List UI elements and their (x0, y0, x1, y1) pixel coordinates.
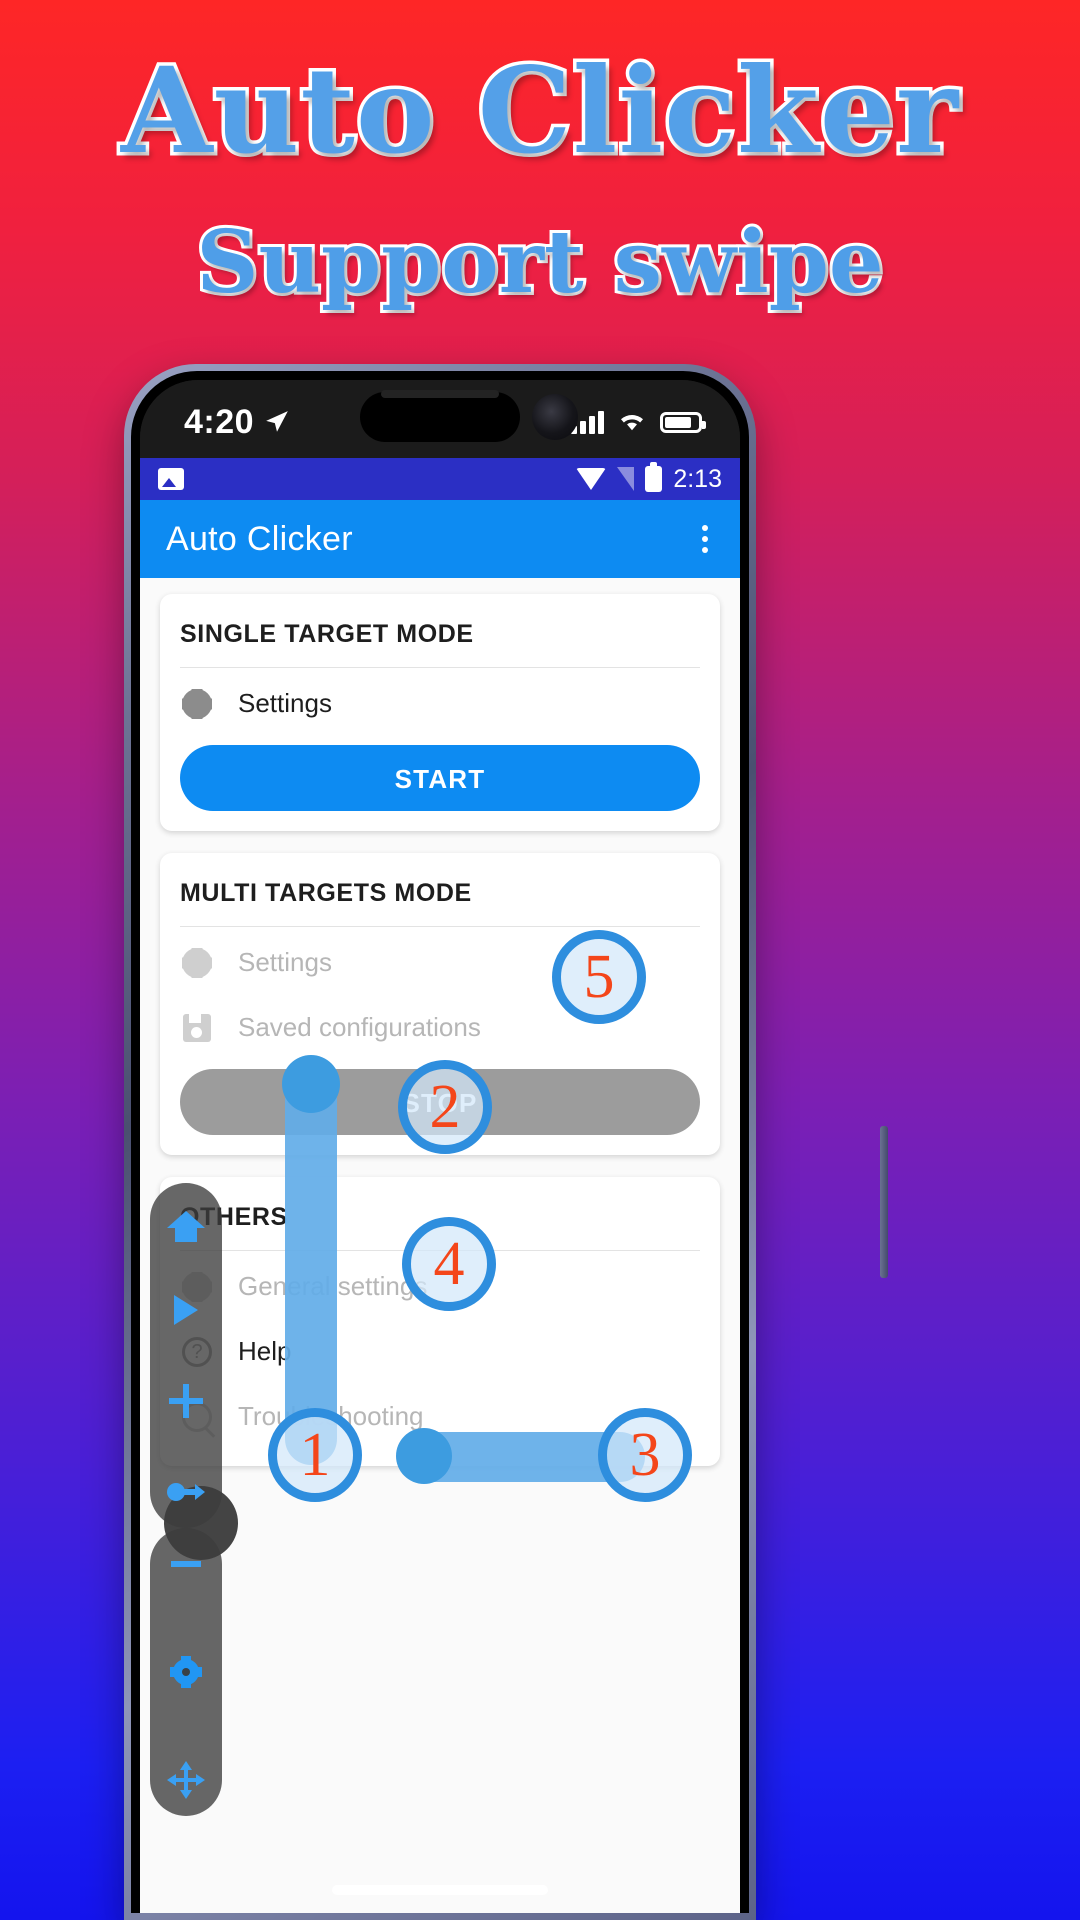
phone-screen: 4:20 2:13 Auto Clicker SINGLE TARGET MOD… (140, 380, 740, 1913)
floating-toolbar-secondary[interactable] (150, 1528, 222, 1816)
ios-status-icons (571, 410, 706, 434)
promo-header: Auto Clicker Support swipe (0, 0, 1080, 313)
android-app-area: 2:13 Auto Clicker SINGLE TARGET MODE Set… (140, 458, 740, 1913)
card-single-target-mode: SINGLE TARGET MODE Settings START (160, 594, 720, 831)
phone-notch (360, 390, 520, 442)
app-title: Auto Clicker (166, 519, 353, 558)
promo-subtitle: Support swipe (193, 212, 886, 313)
floating-toolbar[interactable] (150, 1183, 222, 1528)
row-label: Settings (238, 688, 332, 718)
card-title: SINGLE TARGET MODE (180, 594, 700, 668)
phone-bezel: 4:20 2:13 Auto Clicker SINGLE TARGET MOD… (131, 371, 749, 1913)
home-icon[interactable] (166, 1199, 206, 1242)
battery-icon (660, 411, 706, 433)
wifi-icon (576, 468, 607, 490)
card-others: OTHERS General settings ? Help Troublesh… (160, 1177, 720, 1466)
app-bar: Auto Clicker (140, 500, 740, 578)
home-indicator (332, 1885, 548, 1895)
location-arrow-icon (266, 411, 288, 432)
wifi-icon (621, 415, 643, 431)
row-general-settings[interactable]: General settings (180, 1251, 700, 1316)
earpiece-speaker (381, 390, 499, 398)
row-troubleshooting[interactable]: Troubleshooting (180, 1381, 700, 1446)
start-button[interactable]: START (180, 745, 700, 811)
gear-icon (180, 947, 214, 978)
phone-mockup: 4:20 2:13 Auto Clicker SINGLE TARGET MOD… (124, 364, 888, 1920)
row-label: Troubleshooting (238, 1401, 424, 1431)
android-status-icons: 2:13 (576, 462, 722, 494)
ios-status-bar: 4:20 (140, 380, 740, 458)
android-status-bar: 2:13 (140, 458, 740, 500)
android-clock: 2:13 (673, 464, 722, 493)
row-label: Settings (238, 947, 332, 977)
card-title: MULTI TARGETS MODE (180, 853, 700, 927)
swipe-icon[interactable] (166, 1472, 206, 1512)
promo-title: Auto Clicker (117, 41, 961, 180)
save-icon (180, 1013, 214, 1042)
card-title: OTHERS (180, 1177, 700, 1251)
gear-icon[interactable] (166, 1652, 206, 1692)
row-label: Saved configurations (238, 1012, 481, 1042)
play-icon[interactable] (166, 1290, 206, 1330)
image-notification-icon (158, 468, 184, 490)
gear-icon (180, 688, 214, 719)
row-help[interactable]: ? Help (180, 1316, 700, 1381)
row-single-settings[interactable]: Settings (180, 668, 700, 733)
signal-off-icon (617, 467, 635, 491)
minus-icon[interactable] (166, 1544, 206, 1584)
stop-button[interactable]: STOP (180, 1069, 700, 1135)
ios-time-group: 4:20 (184, 403, 290, 442)
move-icon[interactable] (166, 1760, 206, 1800)
ios-clock: 4:20 (184, 402, 255, 441)
battery-icon (645, 462, 663, 492)
row-multi-settings[interactable]: Settings (180, 927, 700, 992)
front-camera-icon (532, 394, 578, 440)
row-label: General settings (238, 1271, 428, 1301)
kebab-menu-icon[interactable] (696, 517, 714, 561)
row-saved-configurations[interactable]: Saved configurations (180, 992, 700, 1057)
plus-icon[interactable] (166, 1381, 206, 1421)
card-multi-targets-mode: MULTI TARGETS MODE Settings Saved config… (160, 853, 720, 1155)
row-label: Help (238, 1336, 292, 1366)
phone-power-button[interactable] (880, 1126, 888, 1278)
app-content: SINGLE TARGET MODE Settings START MULTI … (140, 578, 740, 1913)
